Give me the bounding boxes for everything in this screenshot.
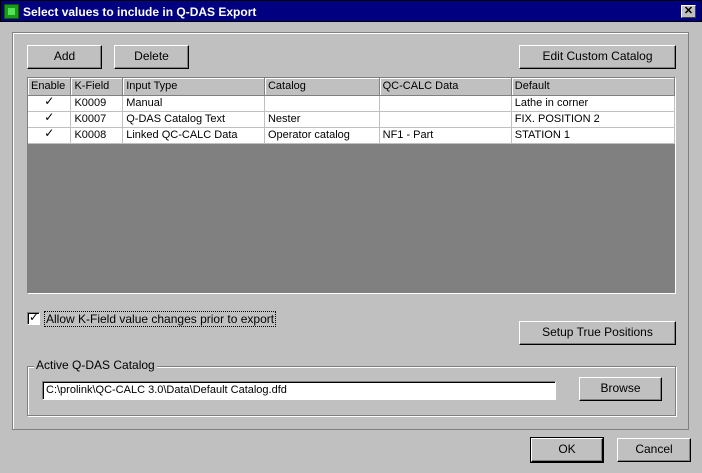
cancel-button[interactable]: Cancel (617, 438, 691, 462)
kfield-cell[interactable]: K0008 (70, 127, 124, 144)
column-header-default[interactable]: Default (511, 78, 675, 96)
check-icon (43, 110, 55, 125)
window-title: Select values to include in Q-DAS Export (23, 5, 257, 19)
column-header-catalog[interactable]: Catalog (264, 78, 380, 96)
kfield-grid[interactable]: Enable K-Field Input Type Catalog QC-CAL… (27, 77, 676, 294)
table-row[interactable]: K0008 Linked QC-CALC Data Operator catal… (28, 126, 675, 144)
allow-changes-checkbox[interactable] (27, 310, 40, 325)
catalog-cell[interactable] (264, 95, 380, 112)
qc-calc-data-cell[interactable]: NF1 - Part (379, 127, 512, 144)
default-cell[interactable]: FIX. POSITION 2 (511, 111, 675, 128)
active-catalog-legend: Active Q-DAS Catalog (34, 358, 157, 372)
column-header-kfield[interactable]: K-Field (70, 78, 124, 96)
table-row[interactable]: K0009 Manual Lathe in corner (28, 94, 675, 112)
kfield-cell[interactable]: K0007 (70, 111, 124, 128)
input-type-cell[interactable]: Q-DAS Catalog Text (122, 111, 265, 128)
browse-button[interactable]: Browse (579, 377, 662, 401)
edit-custom-catalog-button[interactable]: Edit Custom Catalog (519, 45, 676, 69)
delete-button[interactable]: Delete (114, 45, 189, 69)
title-bar: Select values to include in Q-DAS Export… (0, 0, 702, 22)
column-header-qc-calc-data[interactable]: QC-CALC Data (379, 78, 512, 96)
qc-calc-data-cell[interactable] (379, 95, 512, 112)
column-header-enable[interactable]: Enable (28, 78, 72, 96)
enable-checkbox[interactable] (28, 94, 72, 112)
catalog-cell[interactable]: Operator catalog (264, 127, 380, 144)
input-type-cell[interactable]: Linked QC-CALC Data (122, 127, 265, 144)
check-icon (43, 94, 55, 109)
default-cell[interactable]: Lathe in corner (511, 95, 675, 112)
enable-checkbox[interactable] (28, 126, 72, 144)
input-type-cell[interactable]: Manual (122, 95, 265, 112)
catalog-cell[interactable]: Nester (264, 111, 380, 128)
column-header-input-type[interactable]: Input Type (122, 78, 265, 96)
enable-checkbox[interactable] (28, 110, 72, 128)
allow-changes-label[interactable]: Allow K-Field value changes prior to exp… (44, 311, 277, 327)
check-icon (43, 126, 55, 141)
ok-button[interactable]: OK (530, 437, 604, 463)
default-cell[interactable]: STATION 1 (511, 127, 675, 144)
qc-calc-data-cell[interactable] (379, 111, 512, 128)
kfield-cell[interactable]: K0009 (70, 95, 124, 112)
add-button[interactable]: Add (27, 45, 102, 69)
catalog-path-field[interactable]: C:\prolink\QC-CALC 3.0\Data\Default Cata… (42, 381, 556, 400)
table-row[interactable]: K0007 Q-DAS Catalog Text Nester FIX. POS… (28, 110, 675, 128)
close-button[interactable]: ✕ (681, 5, 696, 18)
app-icon (4, 4, 19, 19)
setup-true-positions-button[interactable]: Setup True Positions (519, 321, 676, 345)
